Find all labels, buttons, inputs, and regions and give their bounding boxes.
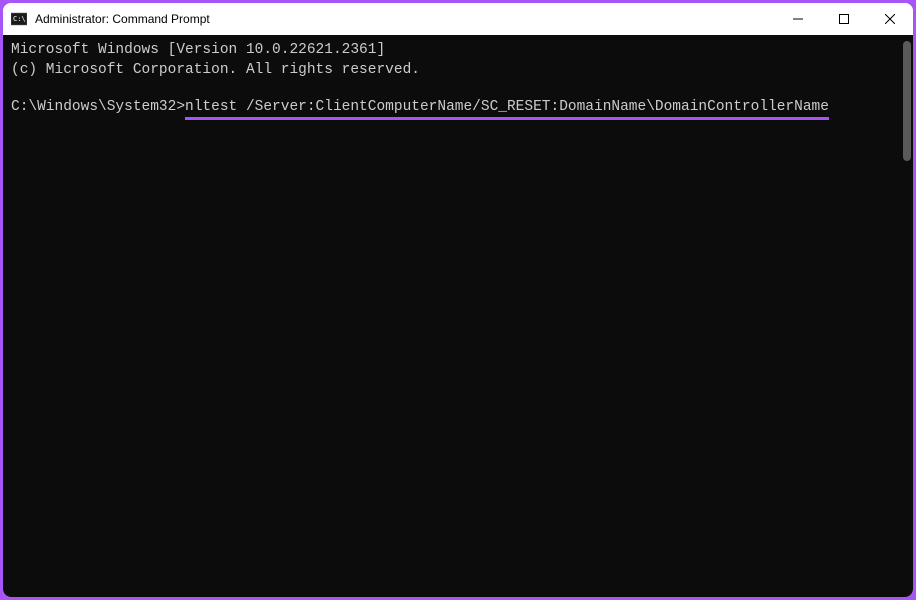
scrollbar[interactable]	[903, 41, 911, 161]
version-line: Microsoft Windows [Version 10.0.22621.23…	[11, 42, 385, 58]
command-text: nltest /Server:ClientComputerName/SC_RES…	[185, 99, 829, 120]
terminal-content: Microsoft Windows [Version 10.0.22621.23…	[11, 41, 905, 118]
command-prompt-window: C:\ Administrator: Command Prompt	[3, 3, 913, 597]
terminal[interactable]: Microsoft Windows [Version 10.0.22621.23…	[3, 35, 913, 597]
close-button[interactable]	[867, 3, 913, 35]
prompt: C:\Windows\System32>	[11, 99, 185, 115]
svg-text:C:\: C:\	[13, 15, 26, 23]
minimize-button[interactable]	[775, 3, 821, 35]
window-title: Administrator: Command Prompt	[35, 12, 775, 26]
window-controls	[775, 3, 913, 35]
cmd-icon: C:\	[11, 11, 27, 27]
copyright-line: (c) Microsoft Corporation. All rights re…	[11, 62, 420, 78]
titlebar[interactable]: C:\ Administrator: Command Prompt	[3, 3, 913, 35]
maximize-button[interactable]	[821, 3, 867, 35]
